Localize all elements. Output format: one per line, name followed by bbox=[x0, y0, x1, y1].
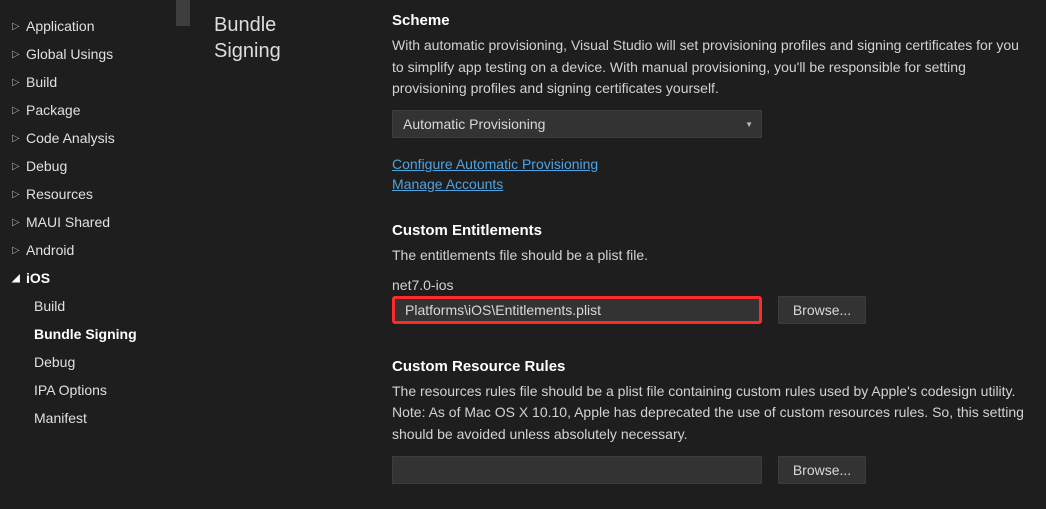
resource-rules-field-row: Browse... bbox=[392, 456, 1028, 484]
sidebar-item-debug[interactable]: ▷ Debug bbox=[0, 152, 190, 180]
sidebar-item-label: Package bbox=[26, 102, 80, 118]
sidebar-item-label: Application bbox=[26, 18, 95, 34]
chevron-right-icon: ▷ bbox=[12, 217, 26, 228]
section-title: Bundle Signing bbox=[214, 12, 360, 64]
entitlements-path-input[interactable] bbox=[392, 296, 762, 324]
sidebar-item-label: iOS bbox=[26, 270, 50, 286]
sidebar-subitem-manifest[interactable]: Manifest bbox=[0, 404, 190, 432]
scheme-description: With automatic provisioning, Visual Stud… bbox=[392, 35, 1028, 100]
sidebar-item-build[interactable]: ▷ Build bbox=[0, 68, 190, 96]
sidebar-nav: ▷ Application ▷ Global Usings ▷ Build ▷ … bbox=[0, 0, 190, 509]
resource-rules-path-input[interactable] bbox=[392, 456, 762, 484]
manage-accounts-link[interactable]: Manage Accounts bbox=[392, 176, 1028, 192]
resource-rules-heading: Custom Resource Rules bbox=[392, 358, 1028, 375]
scheme-heading: Scheme bbox=[392, 12, 1028, 29]
sidebar-item-label: Debug bbox=[26, 158, 67, 174]
sidebar-subitem-debug[interactable]: Debug bbox=[0, 348, 190, 376]
sidebar-item-application[interactable]: ▷ Application bbox=[0, 12, 190, 40]
configure-provisioning-link[interactable]: Configure Automatic Provisioning bbox=[392, 156, 1028, 172]
sidebar-item-label: MAUI Shared bbox=[26, 214, 110, 230]
chevron-right-icon: ▷ bbox=[12, 49, 26, 60]
scrollbar-thumb[interactable] bbox=[176, 0, 190, 26]
sidebar-item-label: Android bbox=[26, 242, 74, 258]
sidebar-item-maui-shared[interactable]: ▷ MAUI Shared bbox=[0, 208, 190, 236]
sidebar-subitem-ipa-options[interactable]: IPA Options bbox=[0, 376, 190, 404]
main-content: Scheme With automatic provisioning, Visu… bbox=[370, 0, 1046, 509]
sidebar-item-package[interactable]: ▷ Package bbox=[0, 96, 190, 124]
sidebar-item-label: Manifest bbox=[34, 410, 87, 426]
entitlements-description: The entitlements file should be a plist … bbox=[392, 245, 1028, 267]
entitlements-heading: Custom Entitlements bbox=[392, 222, 1028, 239]
sidebar-subitem-bundle-signing[interactable]: Bundle Signing bbox=[0, 320, 190, 348]
sidebar-item-label: Bundle Signing bbox=[34, 326, 137, 342]
provisioning-dropdown[interactable]: Automatic Provisioning ▼ bbox=[392, 110, 762, 138]
chevron-right-icon: ▷ bbox=[12, 161, 26, 172]
sidebar-item-resources[interactable]: ▷ Resources bbox=[0, 180, 190, 208]
chevron-right-icon: ▷ bbox=[12, 21, 26, 32]
sidebar-item-ios[interactable]: ◢ iOS bbox=[0, 264, 190, 292]
chevron-down-icon: ▼ bbox=[745, 120, 753, 129]
sidebar-scrollbar[interactable] bbox=[176, 0, 190, 509]
dropdown-value: Automatic Provisioning bbox=[403, 116, 545, 132]
section-title-line1: Bundle bbox=[214, 14, 276, 36]
sidebar-item-global-usings[interactable]: ▷ Global Usings bbox=[0, 40, 190, 68]
chevron-down-icon: ◢ bbox=[12, 273, 26, 284]
chevron-right-icon: ▷ bbox=[12, 245, 26, 256]
sidebar-item-label: Code Analysis bbox=[26, 130, 115, 146]
sidebar-subitem-build[interactable]: Build bbox=[0, 292, 190, 320]
resource-rules-description: The resources rules file should be a pli… bbox=[392, 381, 1028, 446]
entitlements-browse-button[interactable]: Browse... bbox=[778, 296, 866, 324]
sidebar-item-label: IPA Options bbox=[34, 382, 107, 398]
sidebar-item-android[interactable]: ▷ Android bbox=[0, 236, 190, 264]
section-title-column: Bundle Signing bbox=[190, 0, 370, 509]
target-label: net7.0-ios bbox=[392, 277, 1028, 293]
entitlements-field-row: Browse... bbox=[392, 296, 1028, 324]
chevron-right-icon: ▷ bbox=[12, 105, 26, 116]
section-title-line2: Signing bbox=[214, 40, 281, 62]
sidebar-item-label: Global Usings bbox=[26, 46, 113, 62]
resource-rules-browse-button[interactable]: Browse... bbox=[778, 456, 866, 484]
sidebar-item-code-analysis[interactable]: ▷ Code Analysis bbox=[0, 124, 190, 152]
chevron-right-icon: ▷ bbox=[12, 77, 26, 88]
chevron-right-icon: ▷ bbox=[12, 189, 26, 200]
sidebar-item-label: Resources bbox=[26, 186, 93, 202]
sidebar-item-label: Debug bbox=[34, 354, 75, 370]
sidebar-item-label: Build bbox=[34, 298, 65, 314]
chevron-right-icon: ▷ bbox=[12, 133, 26, 144]
sidebar-item-label: Build bbox=[26, 74, 57, 90]
